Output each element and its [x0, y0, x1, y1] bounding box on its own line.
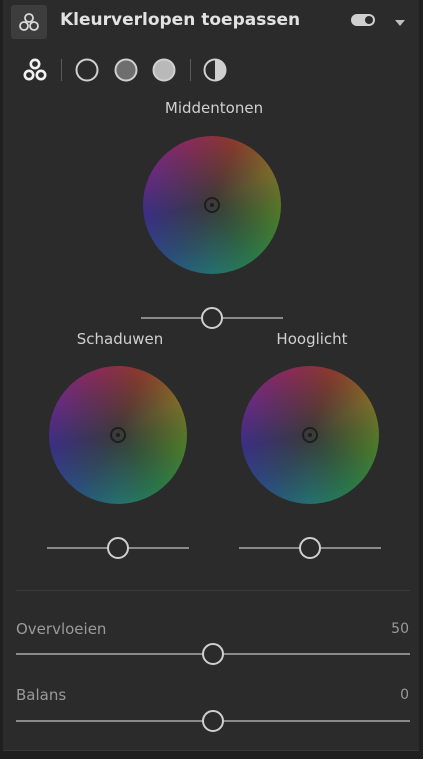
grading-mode-selector [3, 54, 419, 86]
circle-light-icon[interactable] [151, 57, 177, 83]
three-circles-icon[interactable] [22, 57, 48, 83]
blending-slider[interactable] [16, 642, 410, 666]
midtones-wheel-handle[interactable] [204, 197, 220, 213]
slider-thumb[interactable] [202, 710, 224, 732]
balance-slider[interactable] [16, 709, 410, 733]
balance-label: Balans [16, 686, 67, 704]
circle-gray-icon[interactable] [113, 57, 139, 83]
slider-thumb[interactable] [299, 537, 321, 559]
highlights-luminance-slider[interactable] [239, 536, 381, 560]
midtones-luminance-slider[interactable] [141, 306, 283, 330]
section-divider [16, 590, 410, 591]
panel-enable-toggle[interactable] [351, 14, 375, 26]
slider-thumb[interactable] [202, 643, 224, 665]
shadows-label: Schaduwen [76, 330, 164, 348]
highlights-color-wheel[interactable] [241, 366, 379, 504]
slider-thumb[interactable] [107, 537, 129, 559]
color-grading-icon[interactable] [11, 5, 47, 39]
highlights-label: Hooglicht [276, 330, 348, 348]
highlights-wheel-handle[interactable] [302, 427, 318, 443]
half-circle-icon[interactable] [202, 57, 228, 83]
shadows-color-wheel[interactable] [49, 366, 187, 504]
midtones-label: Middentonen [164, 99, 264, 117]
color-grading-panel: Kleurverlopen toepassen Middentonen Scha… [3, 0, 419, 751]
blending-value[interactable]: 50 [349, 621, 409, 637]
slider-thumb[interactable] [201, 307, 223, 329]
circle-outline-icon[interactable] [74, 57, 100, 83]
blending-label: Overvloeien [16, 620, 107, 638]
mode-separator [190, 59, 191, 81]
balance-value[interactable]: 0 [349, 687, 409, 703]
shadows-wheel-handle[interactable] [110, 427, 126, 443]
panel-title: Kleurverlopen toepassen [60, 10, 301, 30]
chevron-down-icon[interactable] [393, 14, 407, 26]
shadows-luminance-slider[interactable] [47, 536, 189, 560]
midtones-color-wheel[interactable] [143, 136, 281, 274]
mode-separator [61, 59, 62, 81]
panel-header[interactable]: Kleurverlopen toepassen [3, 0, 419, 44]
